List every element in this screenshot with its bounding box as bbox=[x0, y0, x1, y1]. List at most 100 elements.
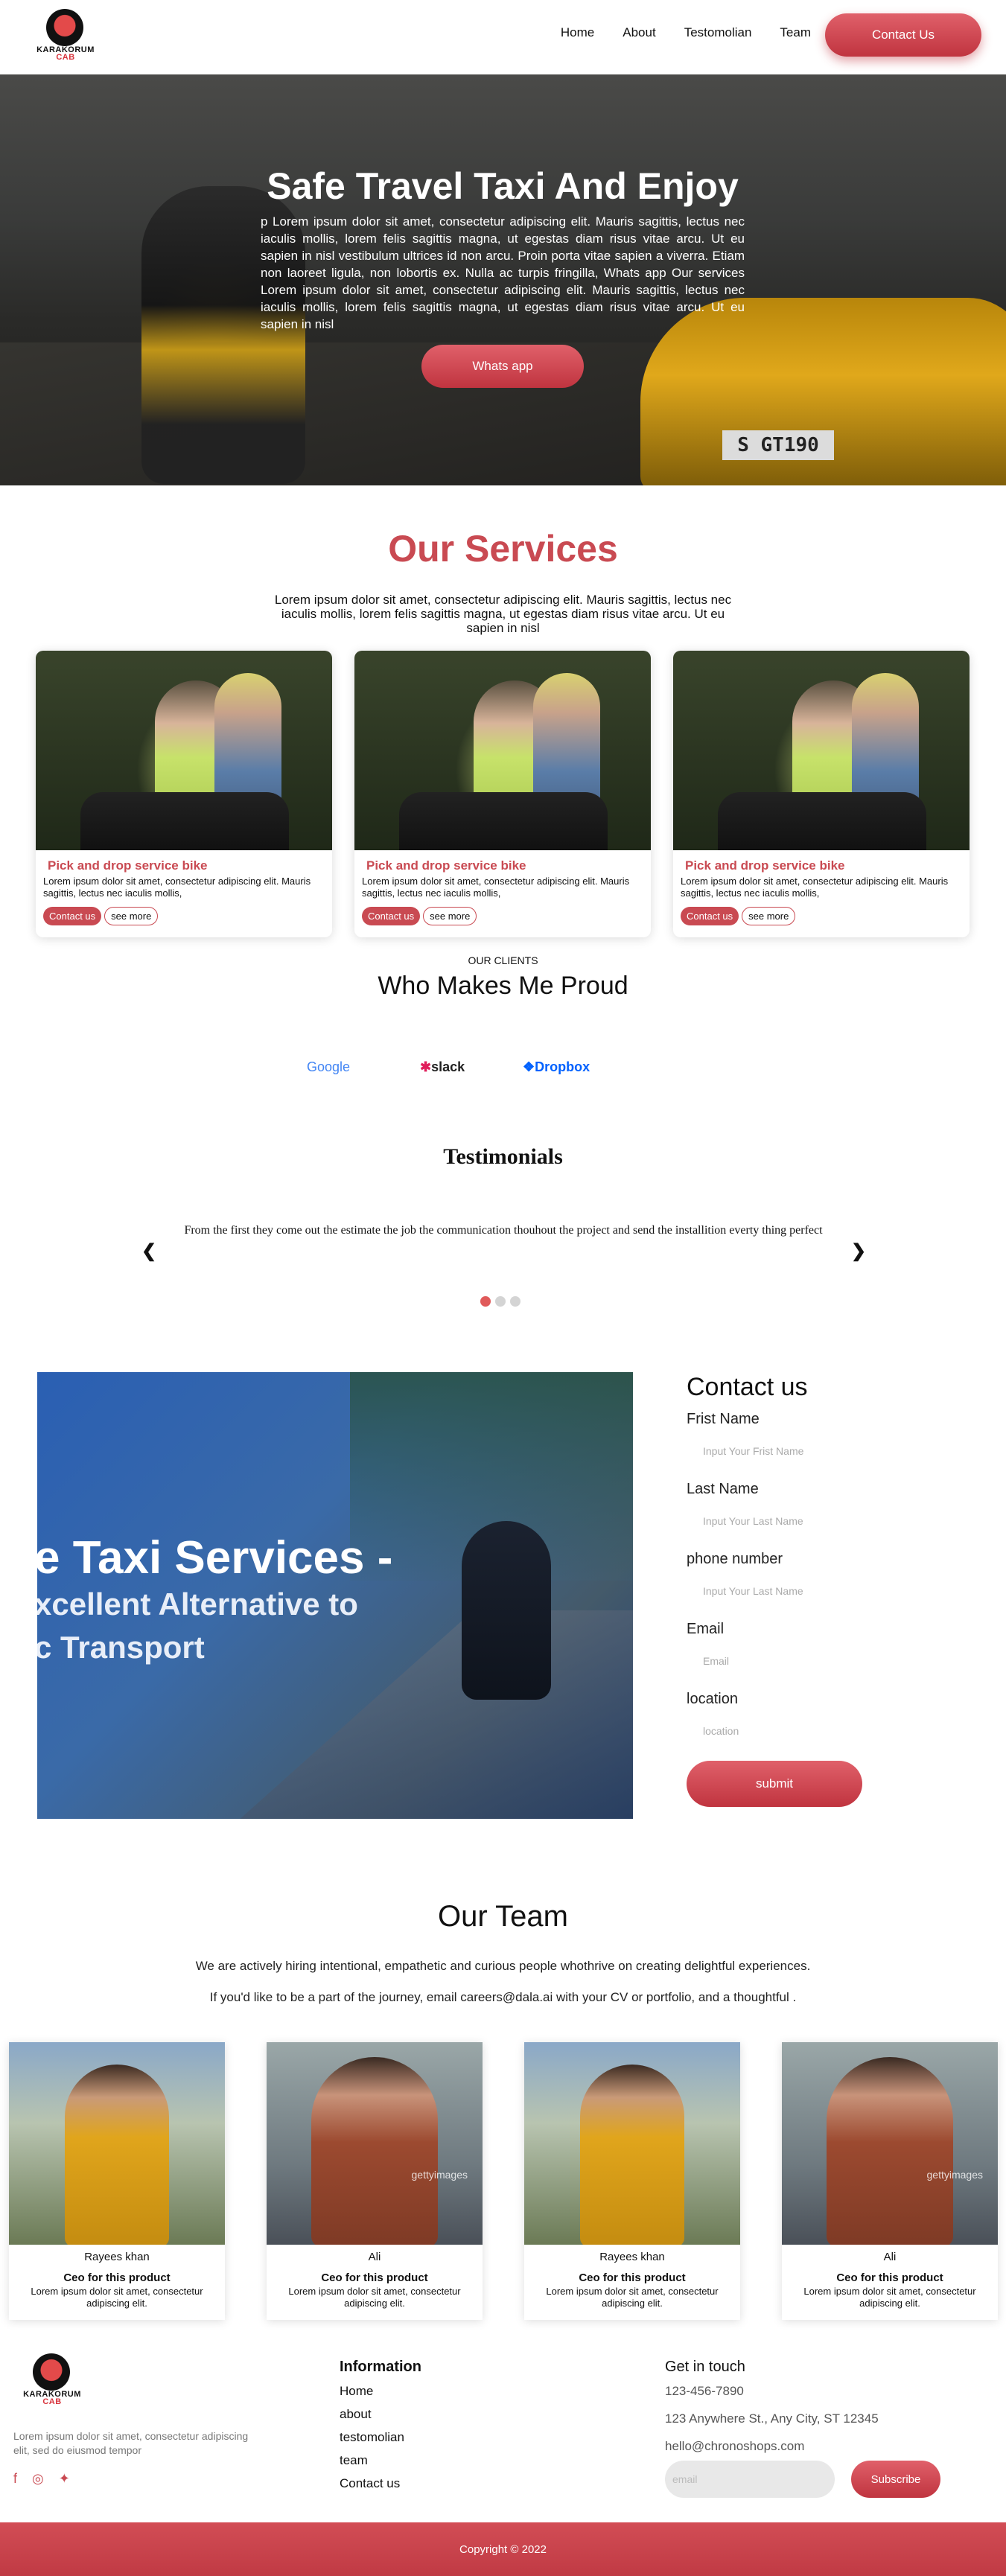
banner-headline-1: e Taxi Services - bbox=[37, 1532, 393, 1584]
card-see-more-button[interactable]: see more bbox=[742, 907, 796, 925]
member-figure bbox=[827, 2057, 953, 2245]
slack-logo-text: slack bbox=[431, 1059, 465, 1074]
team-member-card: Rayees khan Ceo for this product Lorem i… bbox=[9, 2042, 225, 2320]
location-label: location bbox=[687, 1691, 738, 1707]
newsletter-email-input[interactable] bbox=[665, 2461, 835, 2498]
chevron-right-icon[interactable]: ❯ bbox=[851, 1240, 866, 1262]
hero-license-plate: S GT190 bbox=[722, 430, 834, 460]
logo-brand-sub: CAB bbox=[42, 2397, 62, 2406]
location-input[interactable] bbox=[687, 1724, 925, 1738]
footer-info-links: Home about testomolian team Contact us bbox=[340, 2379, 404, 2495]
service-card: Pick and drop service bike Lorem ipsum d… bbox=[354, 651, 651, 937]
clients-label: OUR CLIENTS bbox=[468, 954, 538, 966]
hero-section: S GT190 Safe Travel Taxi And Enjoy p Lor… bbox=[0, 74, 1006, 485]
whatsapp-button[interactable]: Whats app bbox=[421, 345, 584, 388]
facebook-icon[interactable]: f bbox=[13, 2471, 17, 2487]
team-member-bio: Lorem ipsum dolor sit amet, consectetur … bbox=[803, 2286, 976, 2309]
twitter-icon[interactable]: ✦ bbox=[59, 2471, 70, 2487]
footer-link-contact[interactable]: Contact us bbox=[340, 2472, 404, 2495]
footer-info-title: Information bbox=[340, 2359, 421, 2375]
footer-link-team[interactable]: team bbox=[340, 2449, 404, 2472]
footer-phone: 123-456-7890 bbox=[665, 2384, 744, 2398]
team-member-card: gettyimages Ali Ceo for this product Lor… bbox=[267, 2042, 483, 2320]
nav-contact-button[interactable]: Contact Us bbox=[825, 13, 981, 57]
brand-logo[interactable]: KARAKORUM CAB bbox=[28, 9, 103, 62]
card-contact-button[interactable]: Contact us bbox=[362, 907, 421, 925]
service-card: Pick and drop service bike Lorem ipsum d… bbox=[36, 651, 332, 937]
subscribe-button[interactable]: Subscribe bbox=[851, 2461, 940, 2498]
service-card-text: Lorem ipsum dolor sit amet, consectetur … bbox=[43, 876, 311, 899]
dropbox-logo: ❖Dropbox bbox=[523, 1059, 590, 1075]
nav-link-team[interactable]: Team bbox=[780, 25, 811, 40]
service-card-title: Pick and drop service bike bbox=[48, 858, 208, 873]
phone-number-input[interactable] bbox=[687, 1584, 925, 1598]
carousel-dots bbox=[480, 1296, 520, 1307]
team-member-card: Rayees khan Ceo for this product Lorem i… bbox=[524, 2042, 740, 2320]
service-card-actions: Contact us see more bbox=[43, 907, 159, 925]
nav-link-about[interactable]: About bbox=[623, 25, 655, 40]
banner-road bbox=[223, 1610, 633, 1819]
member-figure bbox=[311, 2057, 438, 2245]
phone-number-label: phone number bbox=[687, 1551, 783, 1567]
contact-title: Contact us bbox=[687, 1373, 808, 1401]
card-see-more-button[interactable]: see more bbox=[104, 907, 159, 925]
team-member-name: Ali bbox=[883, 2251, 897, 2263]
service-card: Pick and drop service bike Lorem ipsum d… bbox=[673, 651, 970, 937]
footer-touch-title: Get in touch bbox=[665, 2359, 745, 2375]
team-member-card: gettyimages Ali Ceo for this product Lor… bbox=[782, 2042, 998, 2320]
submit-button[interactable]: submit bbox=[687, 1761, 862, 1807]
footer-logo[interactable]: KARAKORUM CAB bbox=[15, 2353, 89, 2406]
footer-link-testomolian[interactable]: testomolian bbox=[340, 2426, 404, 2449]
carousel-dot-2[interactable] bbox=[495, 1296, 506, 1307]
card-see-more-button[interactable]: see more bbox=[423, 907, 477, 925]
carousel-dot-1[interactable] bbox=[480, 1296, 491, 1307]
photo-watermark: gettyimages bbox=[411, 2169, 468, 2181]
nav-link-testomolian[interactable]: Testomolian bbox=[684, 25, 752, 40]
testimonial-quote: From the first they come out the estimat… bbox=[184, 1224, 823, 1237]
team-member-bio: Lorem ipsum dolor sit amet, consectetur … bbox=[546, 2286, 719, 2309]
email-input[interactable] bbox=[687, 1654, 925, 1668]
client-logos: Google ✱slack ❖Dropbox bbox=[307, 1059, 709, 1082]
testimonials-title: Testimonials bbox=[443, 1144, 563, 1169]
top-navbar: KARAKORUM CAB Home About Testomolian Tea… bbox=[0, 0, 1006, 74]
hero-content: Safe Travel Taxi And Enjoy p Lorem ipsum… bbox=[251, 164, 754, 388]
logo-text: KARAKORUM CAB bbox=[15, 2391, 89, 2406]
instagram-icon[interactable]: ◎ bbox=[32, 2471, 44, 2487]
banner-headline-3: c Transport bbox=[37, 1630, 205, 1665]
logo-emblem-icon bbox=[46, 9, 83, 46]
card-contact-button[interactable]: Contact us bbox=[43, 907, 102, 925]
logo-text: KARAKORUM CAB bbox=[28, 46, 103, 62]
bike-figure bbox=[718, 792, 926, 850]
service-card-text: Lorem ipsum dolor sit amet, consectetur … bbox=[362, 876, 630, 899]
service-card-title: Pick and drop service bike bbox=[685, 858, 845, 873]
team-member-name: Ali bbox=[368, 2251, 381, 2263]
service-card-image bbox=[673, 651, 970, 850]
footer-about: Lorem ipsum dolor sit amet, consectetur … bbox=[13, 2430, 249, 2456]
footer-email: hello@chronoshops.com bbox=[665, 2439, 805, 2453]
last-name-input[interactable] bbox=[687, 1514, 925, 1528]
banner-headline-2: xcellent Alternative to bbox=[37, 1587, 358, 1622]
footer-link-about[interactable]: about bbox=[340, 2403, 404, 2426]
google-logo: Google bbox=[307, 1059, 351, 1074]
copyright-bar: Copyright © 2022 bbox=[0, 2522, 1006, 2576]
slack-icon: ✱ bbox=[420, 1059, 432, 1074]
first-name-input[interactable] bbox=[687, 1444, 925, 1458]
bike-figure bbox=[80, 792, 289, 850]
team-member-bio: Lorem ipsum dolor sit amet, consectetur … bbox=[31, 2286, 203, 2309]
team-member-photo bbox=[9, 2042, 225, 2245]
footer-link-home[interactable]: Home bbox=[340, 2379, 404, 2403]
card-contact-button[interactable]: Contact us bbox=[681, 907, 739, 925]
team-member-name: Rayees khan bbox=[84, 2251, 150, 2263]
service-card-title: Pick and drop service bike bbox=[366, 858, 526, 873]
dropbox-logo-text: Dropbox bbox=[535, 1059, 590, 1074]
service-card-actions: Contact us see more bbox=[681, 907, 796, 925]
social-links: f ◎ ✦ bbox=[13, 2471, 70, 2487]
nav-links: Home About Testomolian Team bbox=[532, 25, 811, 40]
carousel-dot-3[interactable] bbox=[510, 1296, 520, 1307]
banner-motorcyclist bbox=[462, 1521, 551, 1700]
hero-paragraph: p Lorem ipsum dolor sit amet, consectetu… bbox=[261, 214, 745, 331]
chevron-left-icon[interactable]: ❮ bbox=[141, 1240, 156, 1262]
team-member-bio: Lorem ipsum dolor sit amet, consectetur … bbox=[288, 2286, 461, 2309]
logo-brand-sub: CAB bbox=[56, 53, 75, 62]
nav-link-home[interactable]: Home bbox=[561, 25, 594, 40]
